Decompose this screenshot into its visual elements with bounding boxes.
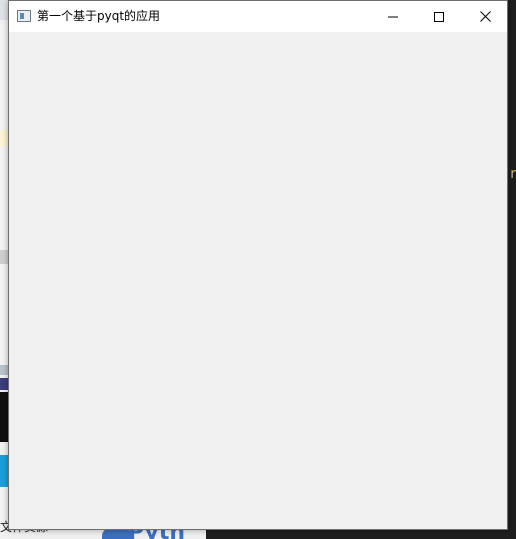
minimize-icon <box>388 16 398 17</box>
window-title: 第一个基于pyqt的应用 <box>37 9 161 23</box>
close-icon <box>479 11 491 22</box>
window-client-area <box>9 32 507 529</box>
maximize-button[interactable] <box>416 1 462 32</box>
background-window-right <box>508 0 516 539</box>
maximize-icon <box>434 11 444 22</box>
title-bar[interactable]: 第一个基于pyqt的应用 <box>9 1 507 32</box>
background-dark-panel <box>206 530 516 539</box>
minimize-button[interactable] <box>370 1 416 32</box>
background-window-left <box>0 0 8 539</box>
close-button[interactable] <box>462 1 508 32</box>
app-window-icon[interactable] <box>17 10 31 22</box>
main-window: 第一个基于pyqt的应用 <box>8 0 508 530</box>
background-editor-text: r <box>509 166 516 182</box>
